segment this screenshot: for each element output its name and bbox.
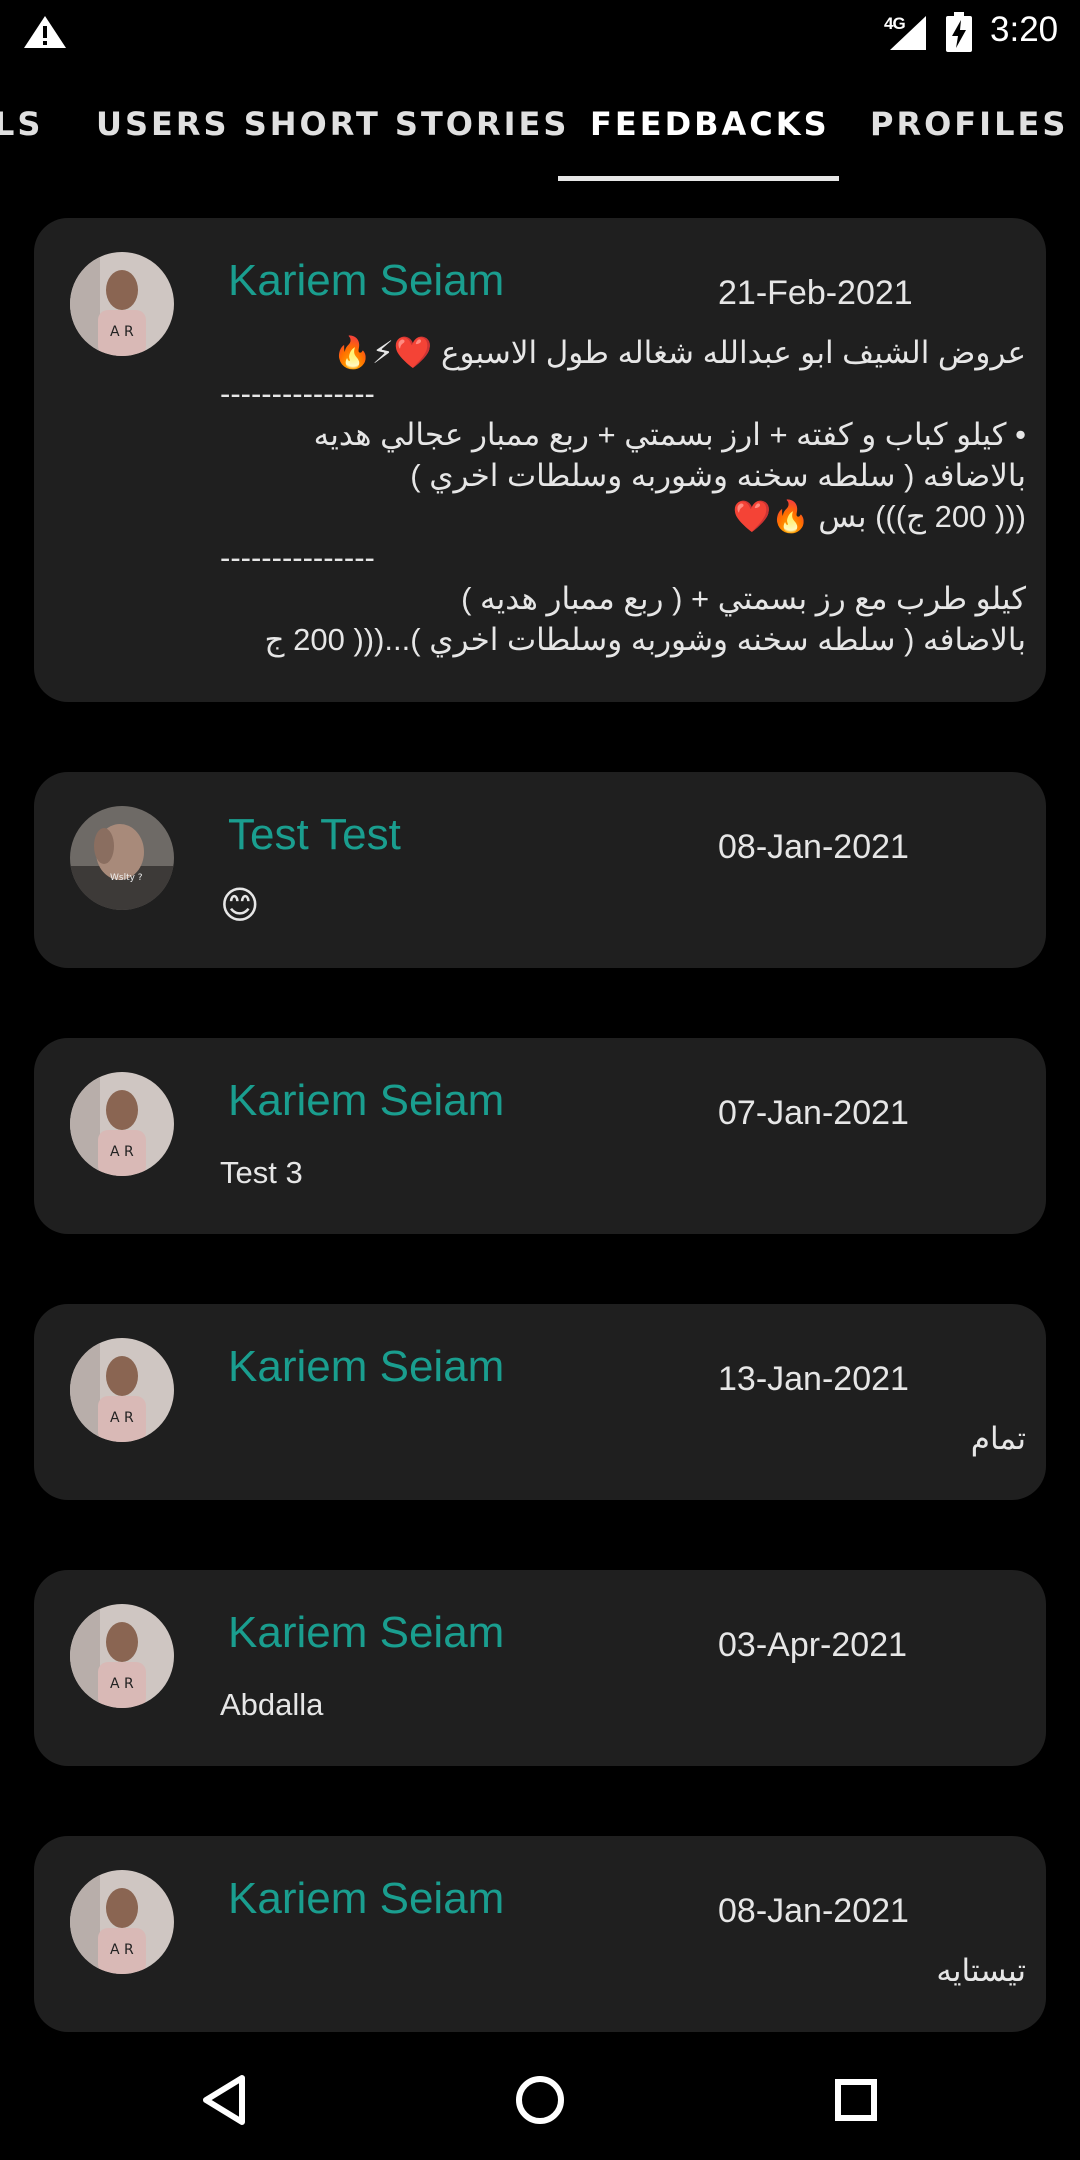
- message-line: 😊: [220, 885, 260, 927]
- svg-text:A R: A R: [110, 1676, 134, 1692]
- feedback-card[interactable]: A R Kariem Seiam 03-Apr-2021 Abdalla: [34, 1570, 1046, 1766]
- message-line: عروض الشيف ابو عبدالله شغاله طول الاسبوع…: [333, 335, 1026, 370]
- recents-button[interactable]: [814, 2058, 898, 2142]
- message-line: تيستايه: [936, 1953, 1026, 1988]
- tab-bar: LS USERS SHORT STORIES FEEDBACKS PROFILE…: [0, 90, 1080, 182]
- tab-profiles[interactable]: PROFILES: [870, 90, 1068, 158]
- back-button[interactable]: [184, 2058, 268, 2142]
- message-line: • كيلو كباب و كفته + ارز بسمتي + ربع ممب…: [313, 417, 1026, 452]
- tab-users-short-stories[interactable]: USERS SHORT STORIES: [96, 90, 569, 158]
- svg-text:A R: A R: [110, 324, 134, 340]
- signal-icon: [890, 16, 926, 50]
- message-line: Abdalla: [220, 1687, 324, 1722]
- navigation-bar: [0, 2040, 1080, 2160]
- feedback-message: 😊: [220, 886, 1026, 927]
- recents-icon: [835, 2079, 877, 2121]
- feedback-card[interactable]: A R Kariem Seiam 13-Jan-2021 تمام: [34, 1304, 1046, 1500]
- message-line: ((( 200 ج))) بس 🔥❤️: [732, 499, 1027, 534]
- feedback-date: 21-Feb-2021: [718, 274, 913, 312]
- feedback-card[interactable]: A R Kariem Seiam 07-Jan-2021 Test 3: [34, 1038, 1046, 1234]
- home-button[interactable]: [498, 2058, 582, 2142]
- svg-text:A R: A R: [110, 1942, 134, 1958]
- message-line: Test 3: [220, 1155, 303, 1190]
- feedback-message: تيستايه: [220, 1950, 1026, 1991]
- warning-icon: [24, 16, 66, 48]
- svg-text:Wslty ?: Wslty ?: [110, 873, 143, 883]
- feedback-card[interactable]: Wslty ? Test Test 08-Jan-2021 😊: [34, 772, 1046, 968]
- feedback-card[interactable]: A R Kariem Seiam 21-Feb-2021 عروض الشيف …: [34, 218, 1046, 702]
- feedback-date: 13-Jan-2021: [718, 1360, 909, 1398]
- feedback-date: 08-Jan-2021: [718, 828, 909, 866]
- tab-indicator: [558, 176, 839, 181]
- tab-previous[interactable]: LS: [0, 90, 43, 158]
- avatar[interactable]: A R: [70, 252, 174, 356]
- user-name[interactable]: Kariem Seiam: [228, 1076, 504, 1126]
- user-name[interactable]: Kariem Seiam: [228, 1342, 504, 1392]
- feedback-message: Test 3: [220, 1152, 1026, 1193]
- avatar[interactable]: A R: [70, 1072, 174, 1176]
- home-icon: [516, 2076, 564, 2124]
- clock: 3:20: [990, 10, 1059, 49]
- status-bar: 4G 3:20: [0, 0, 1080, 64]
- feedback-message: تمام: [220, 1418, 1026, 1459]
- message-separator: ---------------: [220, 376, 375, 411]
- user-name[interactable]: Kariem Seiam: [228, 256, 504, 306]
- feedback-date: 08-Jan-2021: [718, 1892, 909, 1930]
- message-line: بالاضافه ( سلطه سخنه وشوربه وسلطات اخري …: [264, 622, 1026, 657]
- svg-text:A R: A R: [110, 1410, 134, 1426]
- avatar[interactable]: A R: [70, 1604, 174, 1708]
- tab-feedbacks[interactable]: FEEDBACKS: [590, 90, 830, 158]
- svg-text:A R: A R: [110, 1144, 134, 1160]
- battery-charging-icon: [946, 12, 972, 52]
- back-icon: [203, 2075, 245, 2125]
- feedback-card[interactable]: A R Kariem Seiam 08-Jan-2021 تيستايه: [34, 1836, 1046, 2032]
- feedback-message: عروض الشيف ابو عبدالله شغاله طول الاسبوع…: [220, 332, 1026, 660]
- message-line: بالاضافه ( سلطه سخنه وشوربه وسلطات اخري …: [410, 458, 1026, 493]
- user-name[interactable]: Kariem Seiam: [228, 1874, 504, 1924]
- message-line: تمام: [970, 1421, 1026, 1456]
- feedback-date: 03-Apr-2021: [718, 1626, 908, 1664]
- user-name[interactable]: Kariem Seiam: [228, 1608, 504, 1658]
- avatar[interactable]: A R: [70, 1338, 174, 1442]
- avatar[interactable]: Wslty ?: [70, 806, 174, 910]
- user-name[interactable]: Test Test: [228, 810, 401, 860]
- message-separator: ---------------: [220, 540, 375, 575]
- message-line: كيلو طرب مع رز بسمتي + ( ربع ممبار هديه …: [461, 581, 1026, 616]
- avatar[interactable]: A R: [70, 1870, 174, 1974]
- feedback-date: 07-Jan-2021: [718, 1094, 909, 1132]
- feedback-message: Abdalla: [220, 1684, 1026, 1725]
